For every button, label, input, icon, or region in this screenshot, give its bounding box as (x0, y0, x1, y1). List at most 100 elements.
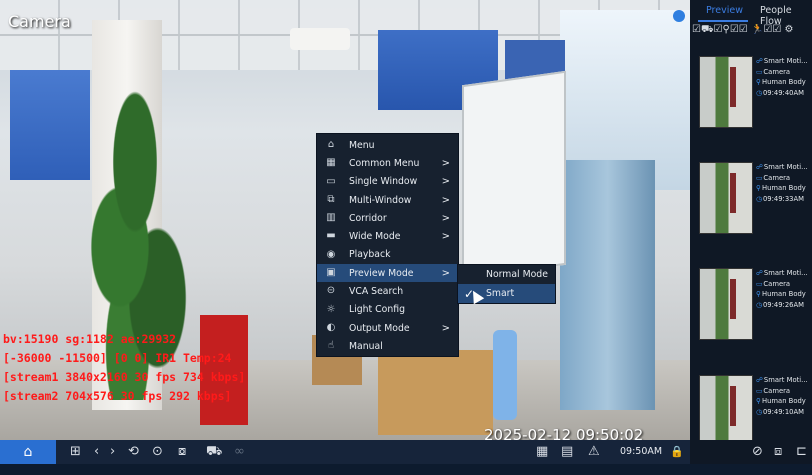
submenu-item-normal-mode[interactable]: Normal Mode (458, 265, 555, 284)
chevron-right-icon: > (441, 194, 450, 206)
chevron-right-icon: > (441, 322, 450, 334)
event-camera-text: Camera (763, 173, 791, 182)
event-time: ◷09:49:33AM (756, 194, 812, 205)
next-icon[interactable]: › (110, 444, 115, 460)
debug-line: [stream2 704x576 30 fps 292 kbps] (3, 389, 232, 403)
chevron-right-icon: > (441, 212, 450, 224)
smart-motion-icon: ☍ (756, 376, 763, 384)
output-mode-icon: ◐ (326, 321, 336, 333)
event-info: ☍Smart Moti... ▭Camera ⚲Human Body ◷09:49:1… (756, 375, 812, 417)
menu-item-label: Single Window (349, 176, 418, 188)
menu-item-label: Preview Mode (349, 267, 414, 279)
event-thumbnail[interactable] (699, 268, 753, 340)
menu-item-label: Light Config (349, 304, 405, 316)
menu-item-label: Common Menu (349, 157, 420, 169)
air-conditioner (290, 28, 350, 50)
vehicle-icon[interactable]: ⛟ (206, 444, 222, 460)
playback-icon: ◉ (326, 248, 336, 260)
clear-icon[interactable]: ⊘ (752, 444, 763, 460)
qr-code-icon[interactable]: ▦ (536, 444, 548, 460)
event-card[interactable]: ☍Smart Moti... ▭Camera ⚲Human Body ◷09:49:4… (696, 56, 812, 156)
menu-item-label: Menu (349, 139, 375, 151)
single-window-icon: ▭ (326, 175, 336, 187)
menu-item-output-mode[interactable]: ◐ Output Mode > (317, 319, 458, 337)
home-icon: ⌂ (327, 139, 335, 150)
event-target: ⚲Human Body (756, 289, 812, 300)
event-time: ◷09:49:40AM (756, 88, 812, 99)
document-icon[interactable]: ▤ (561, 444, 573, 460)
menu-item-label: VCA Search (349, 286, 404, 298)
menu-item-vca-search[interactable]: ⊝ VCA Search (317, 282, 458, 300)
camera-toggle-icon[interactable]: ⧈ (774, 444, 782, 460)
warning-icon[interactable]: ⚠ (588, 444, 600, 460)
blue-partition (560, 160, 655, 410)
layout-grid-icon[interactable]: ⊞ (70, 444, 81, 460)
menu-item-manual[interactable]: ☝ Manual (317, 337, 458, 355)
camera-icon: ▭ (756, 279, 763, 288)
playback-icon[interactable]: ⊙ (152, 444, 163, 460)
sequence-icon[interactable]: ⟲ (128, 444, 139, 460)
multi-window-icon: ⧉ (327, 193, 335, 205)
event-card[interactable]: ☍Smart Moti... ▭Camera ⚲Human Body ◷09:49:2… (696, 268, 812, 368)
smart-motion-icon: ☍ (756, 57, 763, 65)
menu-item-label: Manual (349, 340, 383, 352)
menu-item-light-config[interactable]: ☼ Light Config (317, 301, 458, 319)
event-thumbnail[interactable] (699, 375, 753, 447)
human-body-icon: ⚲ (756, 78, 761, 86)
event-type-text: Smart Moti... (763, 57, 808, 65)
submenu-item-label: Smart (486, 288, 515, 299)
tab-preview[interactable]: Preview (706, 5, 743, 16)
menu-item-label: Corridor (349, 212, 387, 224)
menu-item-common-menu[interactable]: ▦ Common Menu > (317, 154, 458, 172)
menu-item-label: Wide Mode (349, 231, 401, 243)
collapse-icon[interactable]: ⊏ (796, 444, 807, 460)
event-camera: ▭Camera (756, 173, 812, 184)
event-camera-text: Camera (763, 386, 791, 395)
menu-item-menu[interactable]: ⌂ Menu (317, 136, 458, 154)
event-thumbnail[interactable] (699, 56, 753, 128)
event-target: ⚲Human Body (756, 183, 812, 194)
camera-icon: ▭ (756, 386, 763, 395)
menu-item-corridor[interactable]: ▥ Corridor > (317, 209, 458, 227)
debug-line: [stream1 3840x2160 30 fps 734 kbps] (3, 370, 246, 384)
event-filter-bar[interactable]: ☑⛟☑⚲☑☑ 🏃☑☑ ⚙ (692, 24, 812, 38)
clock-icon: ◷ (756, 194, 762, 203)
menu-item-single-window[interactable]: ▭ Single Window > (317, 173, 458, 191)
human-body-icon: ⚲ (756, 290, 761, 298)
prev-icon[interactable]: ‹ (94, 444, 99, 460)
taskbar: ⌂ ⊞ ‹ › ⟲ ⊙ ⧇ ⛟ ∞ ▦ ▤ ⚠ 09:50AM 🔒 (0, 440, 690, 464)
event-target: ⚲Human Body (756, 77, 812, 88)
event-type: ☍Smart Moti... (756, 375, 812, 386)
human-body-icon: ⚲ (756, 397, 761, 405)
menu-item-label: Multi-Window (349, 194, 412, 206)
snapshot-icon[interactable]: ⧇ (178, 444, 186, 460)
smart-motion-icon: ☍ (756, 269, 763, 277)
corridor-icon: ▥ (326, 212, 336, 224)
camera-icon: ▭ (756, 67, 763, 76)
panel-tabs: Preview People Flow (690, 0, 812, 27)
chevron-right-icon: > (441, 231, 450, 243)
menu-item-multi-window[interactable]: ⧉ Multi-Window > (317, 191, 458, 209)
context-menu: ⌂ Menu ▦ Common Menu > ▭ Single Window > ⧉ Multi-… (316, 133, 459, 357)
whiteboard (462, 70, 566, 280)
wide-mode-icon: ▬ (326, 230, 336, 242)
menu-item-preview-mode[interactable]: ▣ Preview Mode > (317, 264, 458, 283)
light-config-icon: ☼ (326, 303, 336, 315)
lock-icon[interactable]: 🔒 (670, 444, 684, 460)
menu-item-playback[interactable]: ◉ Playback (317, 246, 458, 264)
event-camera: ▭Camera (756, 386, 812, 397)
menu-item-wide-mode[interactable]: ▬ Wide Mode > (317, 227, 458, 245)
menu-item-label: Playback (349, 249, 391, 261)
event-time-text: 09:49:10AM (762, 407, 804, 416)
vr-icon[interactable]: ∞ (234, 444, 245, 460)
clock: 09:50AM (620, 446, 663, 457)
event-type-text: Smart Moti... (763, 269, 808, 277)
event-thumbnail[interactable] (699, 162, 753, 234)
event-card[interactable]: ☍Smart Moti... ▭Camera ⚲Human Body ◷09:49:3… (696, 162, 812, 262)
home-button[interactable]: ⌂ (0, 440, 56, 464)
osd-timestamp: 2025-02-12 09:50:02 (484, 426, 644, 440)
clock-icon: ◷ (756, 88, 762, 97)
record-indicator-icon (673, 10, 685, 22)
event-type-text: Smart Moti... (763, 163, 808, 171)
manual-icon: ☝ (327, 340, 335, 352)
